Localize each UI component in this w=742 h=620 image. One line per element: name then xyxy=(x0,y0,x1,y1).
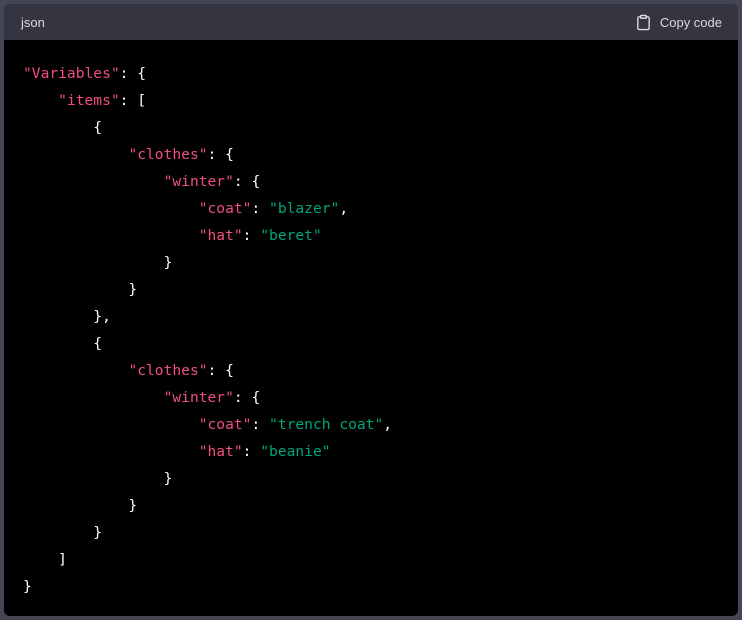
copy-code-label: Copy code xyxy=(659,14,722,30)
json-key: "winter" xyxy=(163,173,234,190)
json-punctuation: , xyxy=(383,416,393,433)
json-key: "hat" xyxy=(198,227,243,244)
json-punctuation xyxy=(23,146,128,163)
json-punctuation: { xyxy=(23,119,103,136)
code-header: json Copy code xyxy=(4,4,738,40)
json-punctuation: } xyxy=(23,281,138,298)
json-punctuation: : { xyxy=(207,146,234,163)
json-punctuation: : { xyxy=(233,173,261,190)
json-key: "coat" xyxy=(198,200,252,217)
json-punctuation: : xyxy=(242,227,261,244)
json-punctuation: : xyxy=(242,443,261,460)
json-punctuation: }, xyxy=(23,308,111,325)
code-block: json Copy code "Variables": { "items": [… xyxy=(4,4,738,616)
json-string-value: "blazer" xyxy=(269,200,340,217)
json-punctuation: : xyxy=(251,416,270,433)
code-line: "items": [ xyxy=(23,87,719,114)
code-line: "Variables": { xyxy=(23,60,719,87)
json-punctuation xyxy=(23,173,164,190)
json-punctuation xyxy=(23,92,58,109)
copy-code-button[interactable]: Copy code xyxy=(635,14,722,31)
json-punctuation: , xyxy=(339,200,349,217)
code-line: ] xyxy=(23,546,719,573)
code-line: "winter": { xyxy=(23,168,719,195)
json-punctuation: } xyxy=(23,524,103,541)
code-line: } xyxy=(23,519,719,546)
json-punctuation: } xyxy=(23,470,173,487)
json-key: "clothes" xyxy=(128,362,208,379)
json-key: "items" xyxy=(58,92,120,109)
code-line: "coat": "trench coat", xyxy=(23,411,719,438)
json-punctuation xyxy=(23,362,128,379)
code-line: } xyxy=(23,249,719,276)
json-punctuation xyxy=(23,227,199,244)
json-punctuation: : xyxy=(251,200,270,217)
json-punctuation: : [ xyxy=(119,92,147,109)
json-punctuation: { xyxy=(23,335,103,352)
json-punctuation: : { xyxy=(119,65,147,82)
json-punctuation: : { xyxy=(233,389,261,406)
code-line: "hat": "beanie" xyxy=(23,438,719,465)
json-punctuation: : { xyxy=(207,362,234,379)
json-key: "clothes" xyxy=(128,146,208,163)
code-line: "clothes": { xyxy=(23,357,719,384)
json-punctuation xyxy=(23,200,199,217)
code-line: } xyxy=(23,573,719,600)
clipboard-icon xyxy=(636,14,650,30)
json-punctuation: } xyxy=(23,497,138,514)
json-punctuation: } xyxy=(23,578,32,595)
json-key: "coat" xyxy=(198,416,252,433)
json-key: "winter" xyxy=(163,389,234,406)
json-punctuation xyxy=(23,416,199,433)
code-line: }, xyxy=(23,303,719,330)
code-line: "coat": "blazer", xyxy=(23,195,719,222)
json-string-value: "beanie" xyxy=(260,443,331,460)
json-string-value: "beret" xyxy=(260,227,322,244)
code-line: "winter": { xyxy=(23,384,719,411)
json-punctuation xyxy=(23,443,199,460)
code-line: { xyxy=(23,330,719,357)
json-string-value: "trench coat" xyxy=(269,416,384,433)
code-line: "hat": "beret" xyxy=(23,222,719,249)
code-line: "clothes": { xyxy=(23,141,719,168)
json-punctuation: } xyxy=(23,254,173,271)
code-line: } xyxy=(23,465,719,492)
json-punctuation: ] xyxy=(23,551,67,568)
json-punctuation xyxy=(23,389,164,406)
code-line: { xyxy=(23,114,719,141)
code-body[interactable]: "Variables": { "items": [ { "clothes": {… xyxy=(4,40,738,616)
json-key: "hat" xyxy=(198,443,243,460)
language-label: json xyxy=(21,14,45,30)
json-key: "Variables" xyxy=(23,65,120,82)
code-line: } xyxy=(23,276,719,303)
code-line: } xyxy=(23,492,719,519)
